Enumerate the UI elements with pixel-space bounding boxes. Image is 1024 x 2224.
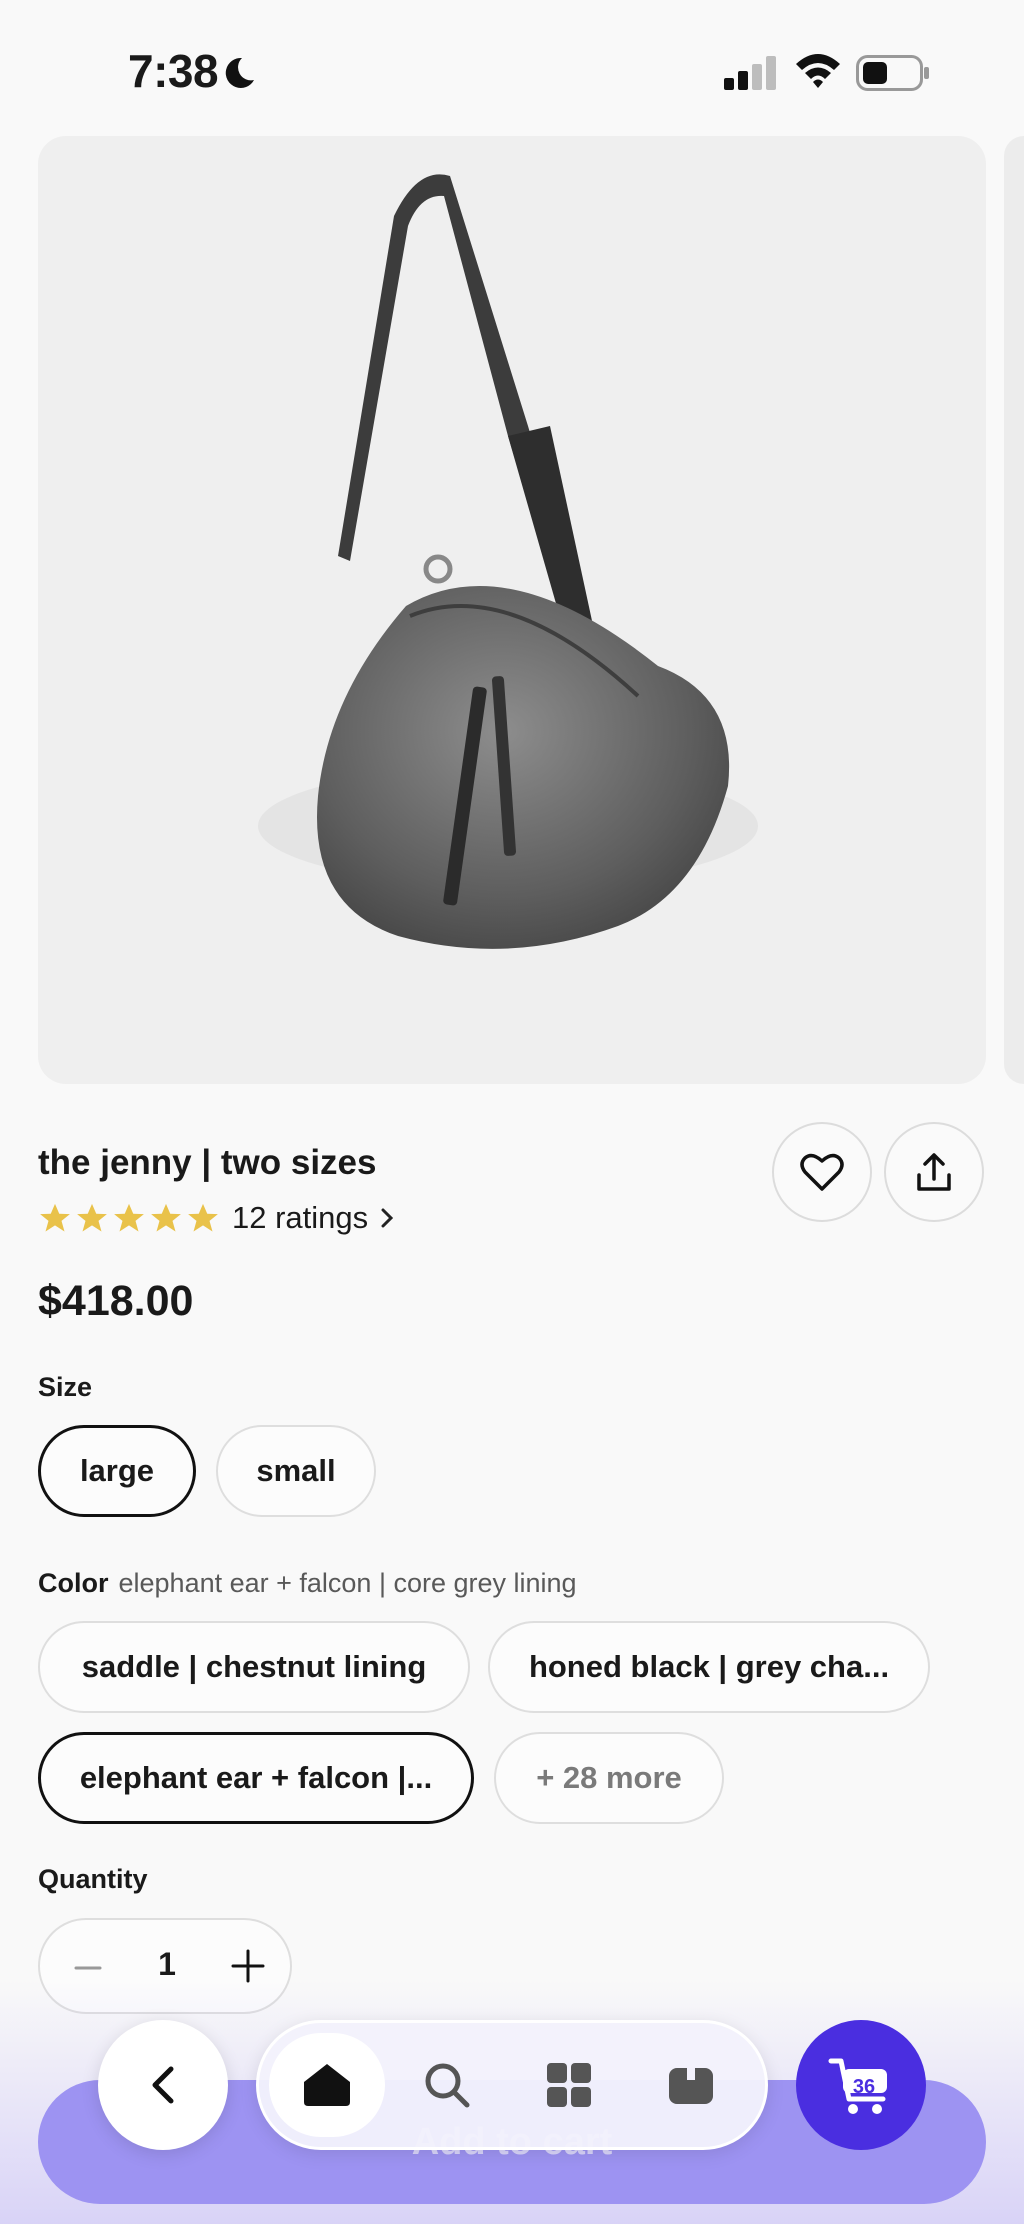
color-option-honed-black[interactable]: honed black | grey cha... xyxy=(488,1621,930,1713)
status-time: 7:38 xyxy=(128,45,219,97)
quantity-label: Quantity xyxy=(38,1864,148,1894)
cart-button[interactable]: 36 xyxy=(796,2020,926,2150)
color-option-saddle[interactable]: saddle | chestnut lining xyxy=(38,1621,470,1713)
size-label: Size xyxy=(38,1372,93,1402)
wifi-icon xyxy=(796,54,840,88)
size-option-large[interactable]: large xyxy=(38,1425,196,1517)
bag-photo xyxy=(258,174,758,949)
grid-icon xyxy=(547,2063,591,2107)
share-icon xyxy=(917,1153,951,1191)
star-icon xyxy=(188,1203,218,1232)
nav-categories[interactable] xyxy=(511,2033,627,2137)
color-row: Color elephant ear + falcon | core grey l… xyxy=(38,1568,577,1599)
product-image[interactable] xyxy=(38,136,986,1084)
product-title: the jenny | two sizes xyxy=(38,1143,377,1182)
chevron-right-icon xyxy=(381,1208,394,1228)
search-icon xyxy=(425,2063,470,2108)
cart-count-badge: 36 xyxy=(852,2076,876,2098)
home-icon xyxy=(304,2064,350,2106)
favorite-button[interactable] xyxy=(772,1122,872,1222)
battery-icon xyxy=(856,55,929,91)
next-image-peek[interactable] xyxy=(1004,136,1024,1084)
rating-link[interactable]: 12 ratings xyxy=(38,1200,394,1236)
status-bar: 7:38 xyxy=(0,0,1024,140)
nav-orders[interactable] xyxy=(633,2033,749,2137)
star-icon xyxy=(40,1203,70,1232)
signal-icon xyxy=(724,56,776,90)
rating-count: 12 ratings xyxy=(232,1200,369,1235)
nav-home[interactable] xyxy=(269,2033,385,2137)
color-label: Color xyxy=(38,1568,109,1598)
color-option-elephant-ear[interactable]: elephant ear + falcon |... xyxy=(38,1732,474,1824)
nav-search[interactable] xyxy=(389,2033,505,2137)
more-colors-button[interactable]: + 28 more xyxy=(494,1732,724,1824)
bottom-nav xyxy=(256,2020,768,2150)
star-icon xyxy=(114,1203,144,1232)
share-button[interactable] xyxy=(884,1122,984,1222)
size-option-small[interactable]: small xyxy=(216,1425,376,1517)
package-icon xyxy=(669,2068,713,2104)
star-icon xyxy=(77,1203,107,1232)
moon-icon xyxy=(225,57,254,88)
color-selected-value: elephant ear + falcon | core grey lining xyxy=(118,1568,577,1598)
star-rating xyxy=(38,1201,220,1235)
star-icon xyxy=(151,1203,181,1232)
back-button[interactable] xyxy=(98,2020,228,2150)
plus-icon[interactable] xyxy=(230,1948,266,1984)
product-price: $418.00 xyxy=(38,1277,194,1325)
heart-icon xyxy=(800,1153,844,1191)
chevron-left-icon xyxy=(152,2066,174,2104)
